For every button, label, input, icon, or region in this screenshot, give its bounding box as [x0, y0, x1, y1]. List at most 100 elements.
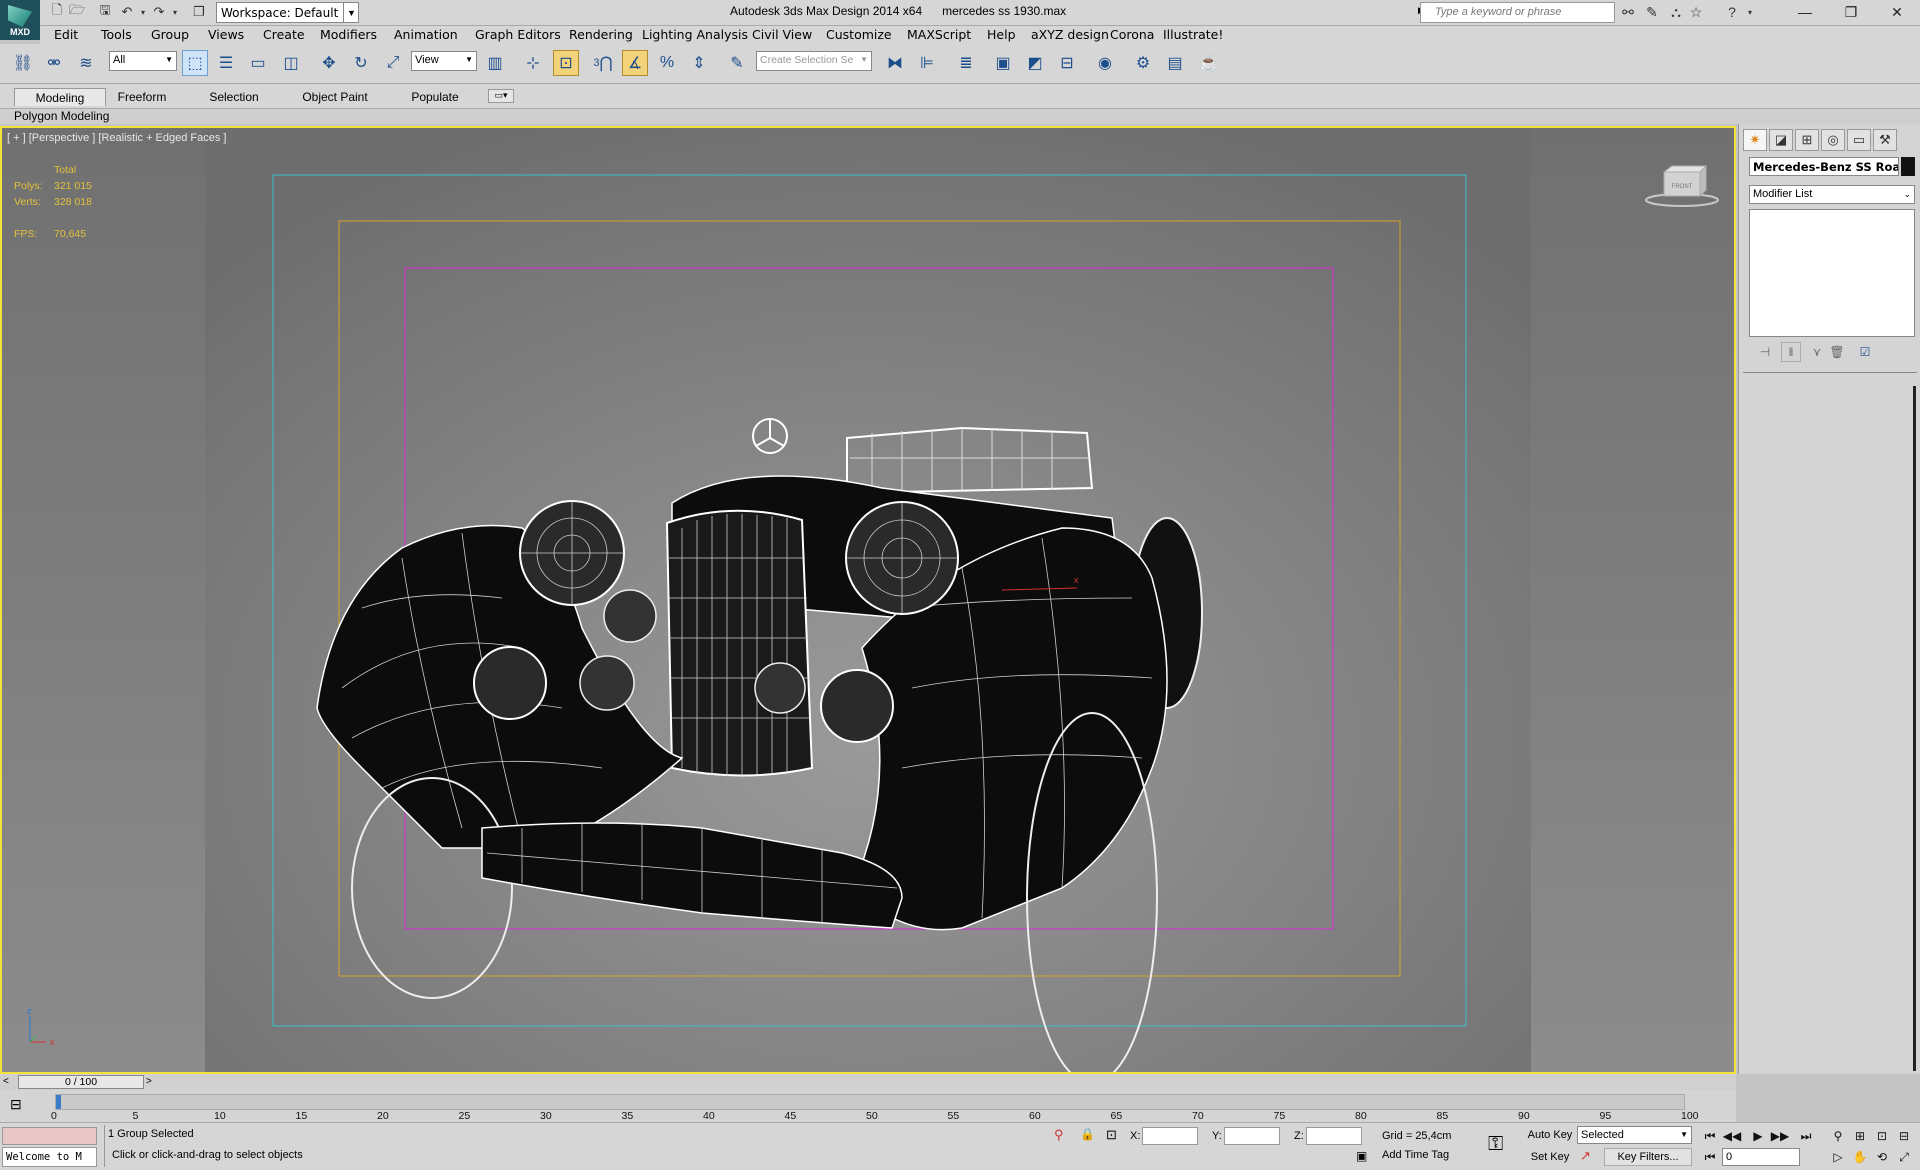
time-tag-icon[interactable]: ▣ [1356, 1149, 1367, 1163]
next-key-icon[interactable]: ▶▶ [1770, 1127, 1790, 1145]
set-keys-key-icon[interactable]: ⚿ [1488, 1133, 1503, 1156]
y-coordinate-field[interactable] [1224, 1127, 1280, 1145]
pin-stack-icon[interactable]: ⊣ [1755, 342, 1775, 362]
mirror-icon[interactable]: ⧓ [882, 50, 908, 76]
menu-tools[interactable]: Tools [101, 27, 132, 42]
tab-selection[interactable]: Selection [198, 88, 270, 106]
absolute-mode-icon[interactable]: ⊡ [1106, 1127, 1117, 1143]
display-tab-icon[interactable]: ▭ [1847, 129, 1871, 151]
tab-modeling[interactable]: Modeling [14, 88, 106, 106]
zoom-icon[interactable]: ⚲ [1828, 1127, 1848, 1145]
current-frame-field[interactable]: 0 [1722, 1148, 1800, 1166]
menu-corona[interactable]: Corona [1110, 27, 1154, 42]
current-time-marker[interactable] [56, 1095, 61, 1109]
key-mode-toggle-icon[interactable]: ⏮ [1700, 1148, 1720, 1166]
schematic-view-icon[interactable]: ⊟ [1054, 50, 1080, 76]
object-color-swatch[interactable] [1901, 157, 1915, 176]
help-dropdown-icon[interactable]: ▾ [1740, 3, 1760, 21]
subscription-icon[interactable]: ✎ [1642, 3, 1662, 21]
add-time-tag-button[interactable]: Add Time Tag [1382, 1149, 1449, 1161]
pan-view-icon[interactable]: ✋ [1850, 1148, 1870, 1166]
maximize-viewport-icon[interactable]: ⤢ [1894, 1148, 1914, 1166]
modify-tab-icon[interactable]: ◪ [1769, 129, 1793, 151]
show-end-result-icon[interactable]: ‖ [1781, 342, 1801, 362]
make-unique-icon[interactable]: ⋎ [1807, 342, 1827, 362]
tab-populate[interactable]: Populate [400, 88, 470, 106]
modifier-list-select[interactable]: Modifier List ⌄ [1749, 185, 1915, 204]
rendered-frame-window-icon[interactable]: ▤ [1162, 50, 1188, 76]
menu-group[interactable]: Group [151, 27, 189, 42]
modifier-stack[interactable] [1749, 209, 1915, 337]
render-teapot-icon[interactable]: ☕ [1196, 50, 1222, 76]
next-frame-icon[interactable]: > [146, 1076, 152, 1087]
project-folder-icon[interactable]: ❐ [190, 3, 208, 21]
select-by-name-icon[interactable]: ☰ [213, 50, 239, 76]
binoculars-icon[interactable]: ⚯ [1618, 3, 1638, 21]
utilities-tab-icon[interactable]: ⚒ [1873, 129, 1897, 151]
orbit-icon[interactable]: ⟲ [1872, 1148, 1892, 1166]
reference-coordinate-select[interactable]: View ▼ [411, 51, 477, 71]
ribbon-panel-label[interactable]: Polygon Modeling [14, 109, 109, 123]
remove-modifier-icon[interactable]: 🗑 [1827, 342, 1847, 362]
redo-dropdown-icon[interactable]: ▾ [166, 3, 184, 21]
select-manipulate-icon[interactable]: ⊹ [520, 50, 546, 76]
bind-space-warp-icon[interactable]: ≋ [73, 50, 99, 76]
configure-modifier-sets-icon[interactable]: ☑ [1855, 342, 1875, 362]
new-file-icon[interactable]: 🗋 [48, 2, 66, 21]
menu-graph-editors[interactable]: Graph Editors [475, 27, 561, 42]
spinner-snap-icon[interactable]: ⇕ [686, 50, 712, 76]
motion-tab-icon[interactable]: ◎ [1821, 129, 1845, 151]
viewport-canvas[interactable]: x [2, 128, 1734, 1072]
menu-create[interactable]: Create [263, 27, 305, 42]
menu-civil-view[interactable]: Civil View [752, 27, 812, 42]
open-file-icon[interactable]: 🗁 [68, 2, 86, 21]
save-icon[interactable]: 🖫 [96, 2, 114, 21]
link-icon[interactable]: ⛓ [10, 50, 36, 76]
menu-customize[interactable]: Customize [826, 27, 892, 42]
go-to-start-icon[interactable]: ⏮ [1700, 1127, 1720, 1145]
help-icon[interactable]: ? [1722, 3, 1742, 21]
tab-freeform[interactable]: Freeform [106, 88, 178, 106]
window-crossing-icon[interactable]: ◫ [278, 50, 304, 76]
ribbon-minimize-icon[interactable]: ▭▾ [488, 89, 514, 103]
perspective-viewport[interactable]: x [ + ] [Perspective ] [Realistic + Edge… [0, 126, 1736, 1074]
curve-editor-icon[interactable]: ◩ [1022, 50, 1048, 76]
keyboard-shortcut-override-icon[interactable]: ⊡ [553, 50, 579, 76]
field-of-view-icon[interactable]: ▷ [1828, 1148, 1848, 1166]
menu-help[interactable]: Help [987, 27, 1016, 42]
default-in-out-tangents-icon[interactable]: ↗ [1580, 1148, 1591, 1164]
menu-modifiers[interactable]: Modifiers [320, 27, 377, 42]
selection-lock-icon[interactable]: 🔒 [1080, 1127, 1095, 1141]
unlink-icon[interactable]: ⚮ [41, 50, 67, 76]
object-name-field[interactable]: Mercedes-Benz SS Roadster [1749, 157, 1899, 176]
menu-animation[interactable]: Animation [394, 27, 458, 42]
render-setup-icon[interactable]: ⚙ [1130, 50, 1156, 76]
scale-icon[interactable]: ⤢ [380, 50, 406, 76]
timeline-ruler[interactable] [55, 1094, 1685, 1110]
menu-edit[interactable]: Edit [54, 27, 78, 42]
command-panel-scrollbar[interactable] [1913, 386, 1916, 1071]
menu-maxscript[interactable]: MAXScript [907, 27, 971, 42]
previous-frame-icon[interactable]: < [3, 1076, 9, 1087]
menu-lighting-analysis[interactable]: Lighting Analysis [642, 27, 748, 42]
zoom-extents-all-icon[interactable]: ⊟ [1894, 1127, 1914, 1145]
named-selection-set-input[interactable]: Create Selection Se ▼ [756, 51, 872, 71]
set-key-button[interactable]: Set Key [1526, 1148, 1574, 1166]
rotate-icon[interactable]: ↻ [348, 50, 374, 76]
minimize-icon[interactable]: — [1782, 0, 1828, 24]
previous-key-icon[interactable]: ◀◀ [1722, 1127, 1742, 1145]
workspace-select[interactable]: Workspace: Default [216, 2, 359, 23]
material-editor-icon[interactable]: ◉ [1092, 50, 1118, 76]
x-coordinate-field[interactable] [1142, 1127, 1198, 1145]
search-input[interactable]: Type a keyword or phrase [1420, 2, 1615, 23]
layer-manager-icon[interactable]: ≣ [953, 50, 979, 76]
angle-snap-icon[interactable]: ∡ [622, 50, 648, 76]
create-tab-icon[interactable]: ✷ [1743, 129, 1767, 151]
mini-curve-editor-icon[interactable]: ⊟ [10, 1096, 22, 1113]
edit-named-selection-icon[interactable]: ✎ [724, 50, 750, 76]
zoom-all-icon[interactable]: ⊞ [1850, 1127, 1870, 1145]
move-icon[interactable]: ✥ [316, 50, 342, 76]
pivot-center-icon[interactable]: ▥ [482, 50, 508, 76]
maxscript-listener-output[interactable]: Welcome to M [2, 1147, 97, 1167]
restore-icon[interactable]: ❐ [1828, 0, 1874, 24]
